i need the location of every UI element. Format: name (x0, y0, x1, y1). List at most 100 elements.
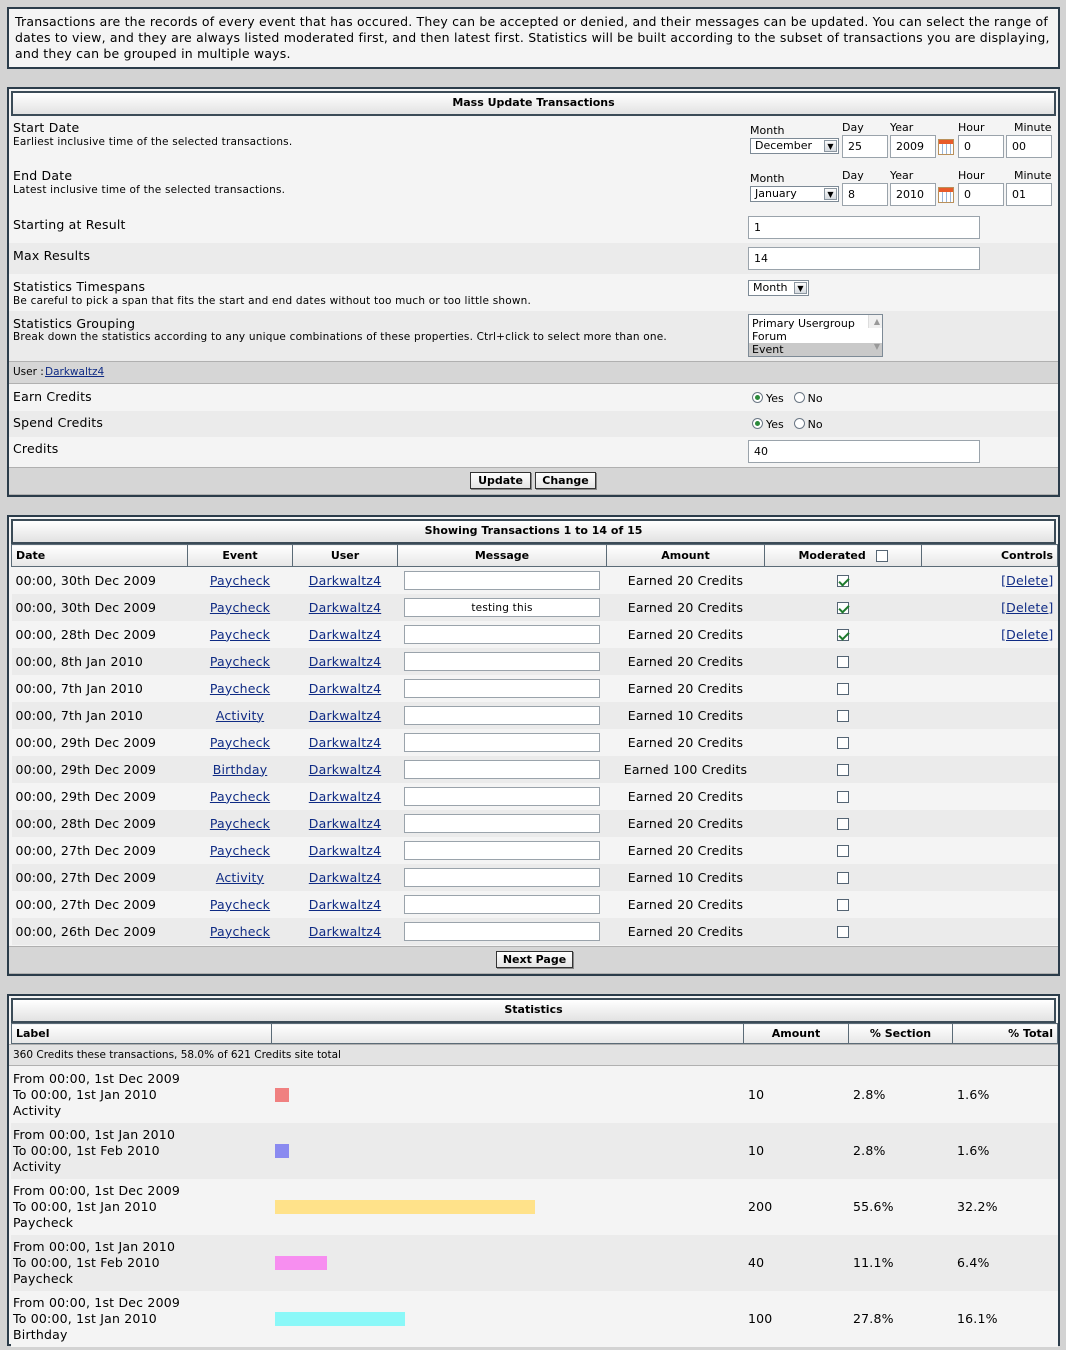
stat-col-pct-section[interactable]: % Section (848, 1023, 953, 1044)
start-year-input[interactable]: 2009 (890, 135, 936, 158)
tx-moderated-checkbox[interactable] (837, 818, 849, 830)
start-month-select[interactable]: December ▼ (750, 138, 839, 154)
grouping-option-selected[interactable]: Event (749, 343, 882, 356)
tx-message-input[interactable] (404, 840, 600, 860)
scroll-down-icon[interactable]: ▼ (872, 340, 882, 354)
col-moderated[interactable]: Moderated (764, 544, 922, 567)
timespans-select[interactable]: Month ▼ (748, 280, 809, 296)
earn-yes-radio[interactable] (752, 392, 763, 403)
tx-moderated-checkbox[interactable] (837, 602, 849, 614)
col-message[interactable]: Message (397, 544, 607, 567)
stat-col-label[interactable]: Label (11, 1023, 272, 1044)
tx-user-link[interactable]: Darkwaltz4 (309, 681, 381, 696)
tx-user-link[interactable]: Darkwaltz4 (309, 762, 381, 777)
tx-moderated-checkbox[interactable] (837, 845, 849, 857)
starting-result-input[interactable]: 1 (748, 216, 980, 239)
tx-message-input[interactable] (404, 624, 600, 644)
tx-event-link[interactable]: Paycheck (210, 924, 270, 939)
tx-delete-link[interactable]: [Delete] (1001, 573, 1053, 588)
tx-message-input[interactable] (404, 570, 600, 590)
tx-event-link[interactable]: Activity (216, 870, 264, 885)
tx-message-input[interactable] (404, 786, 600, 806)
tx-message-input[interactable] (404, 894, 600, 914)
end-month-select[interactable]: January ▼ (750, 186, 839, 202)
tx-message-input[interactable] (404, 651, 600, 671)
tx-event-link[interactable]: Birthday (213, 762, 268, 777)
spend-no-radio[interactable] (793, 418, 805, 429)
tx-event-link[interactable]: Paycheck (210, 600, 270, 615)
tx-moderated-checkbox[interactable] (837, 629, 849, 641)
tx-moderated-checkbox[interactable] (837, 656, 849, 668)
tx-message-input[interactable] (404, 813, 600, 833)
tx-event-link[interactable]: Paycheck (210, 627, 270, 642)
tx-event-link[interactable]: Paycheck (210, 816, 270, 831)
stat-col-amount[interactable]: Amount (743, 1023, 849, 1044)
grouping-listbox[interactable]: Primary Usergroup Forum Event ▲ ▼ (748, 314, 883, 357)
tx-event-link[interactable]: Paycheck (210, 843, 270, 858)
tx-moderated-checkbox[interactable] (837, 575, 849, 588)
tx-moderated-checkbox[interactable] (837, 899, 849, 911)
col-user[interactable]: User (292, 544, 398, 567)
tx-user-link[interactable]: Darkwaltz4 (309, 708, 381, 723)
col-amount[interactable]: Amount (606, 544, 765, 567)
tx-user-link[interactable]: Darkwaltz4 (309, 654, 381, 669)
start-hour-input[interactable]: 0 (958, 135, 1004, 158)
tx-event-link[interactable]: Paycheck (210, 789, 270, 804)
tx-user-link[interactable]: Darkwaltz4 (309, 870, 381, 885)
tx-user-link[interactable]: Darkwaltz4 (309, 600, 381, 615)
tx-message-input[interactable] (404, 867, 600, 887)
tx-event-link[interactable]: Paycheck (210, 897, 270, 912)
end-day-input[interactable]: 8 (842, 183, 888, 206)
tx-message-input[interactable] (404, 732, 600, 752)
tx-user-link[interactable]: Darkwaltz4 (309, 627, 381, 642)
stat-col-pct-total[interactable]: % Total (952, 1023, 1058, 1044)
max-results-input[interactable]: 14 (748, 247, 980, 270)
update-button[interactable]: Update (470, 472, 531, 489)
tx-moderated-checkbox[interactable] (837, 926, 849, 938)
col-event[interactable]: Event (187, 544, 293, 567)
tx-message-input[interactable] (404, 705, 600, 725)
tx-event-link[interactable]: Paycheck (210, 681, 270, 696)
change-button[interactable]: Change (535, 472, 596, 489)
listbox-scrollbar[interactable]: ▲ ▼ (868, 315, 882, 351)
tx-user-link[interactable]: Darkwaltz4 (309, 816, 381, 831)
tx-moderated-checkbox[interactable] (837, 683, 849, 695)
end-hour-input[interactable]: 0 (958, 183, 1004, 206)
start-day-input[interactable]: 25 (842, 135, 888, 158)
end-minute-input[interactable]: 01 (1006, 183, 1052, 206)
col-date[interactable]: Date (11, 544, 188, 567)
earn-no-radio[interactable] (793, 392, 805, 403)
tx-event-link[interactable]: Activity (216, 708, 264, 723)
tx-event-link[interactable]: Paycheck (210, 573, 270, 588)
tx-moderated-checkbox[interactable] (837, 764, 849, 776)
tx-user-link[interactable]: Darkwaltz4 (309, 843, 381, 858)
user-link[interactable]: Darkwaltz4 (45, 366, 104, 378)
scroll-up-icon[interactable]: ▲ (872, 315, 882, 329)
start-minute-input[interactable]: 00 (1006, 135, 1052, 158)
tx-message-input[interactable]: testing this (404, 597, 600, 617)
tx-delete-link[interactable]: [Delete] (1001, 600, 1053, 615)
tx-message-input[interactable] (404, 759, 600, 779)
tx-message-input[interactable] (404, 921, 600, 941)
credits-input[interactable]: 40 (748, 440, 980, 463)
tx-user-link[interactable]: Darkwaltz4 (309, 573, 381, 588)
end-year-input[interactable]: 2010 (890, 183, 936, 206)
tx-user-link[interactable]: Darkwaltz4 (309, 924, 381, 939)
grouping-option[interactable]: Primary Usergroup (749, 317, 882, 330)
tx-moderated-checkbox[interactable] (837, 737, 849, 749)
tx-user-link[interactable]: Darkwaltz4 (309, 735, 381, 750)
tx-user-link[interactable]: Darkwaltz4 (309, 789, 381, 804)
calendar-icon[interactable] (938, 139, 954, 155)
tx-message-input[interactable] (404, 678, 600, 698)
calendar-icon[interactable] (938, 187, 954, 203)
grouping-option[interactable]: Forum (749, 330, 882, 343)
tx-delete-link[interactable]: [Delete] (1001, 627, 1053, 642)
moderate-all-checkbox[interactable] (875, 550, 888, 562)
tx-moderated-checkbox[interactable] (837, 710, 849, 722)
next-page-button[interactable]: Next Page (496, 951, 573, 968)
tx-event-link[interactable]: Paycheck (210, 735, 270, 750)
tx-user-link[interactable]: Darkwaltz4 (309, 897, 381, 912)
tx-event-link[interactable]: Paycheck (210, 654, 270, 669)
tx-moderated-checkbox[interactable] (837, 791, 849, 803)
spend-yes-radio[interactable] (752, 418, 763, 429)
